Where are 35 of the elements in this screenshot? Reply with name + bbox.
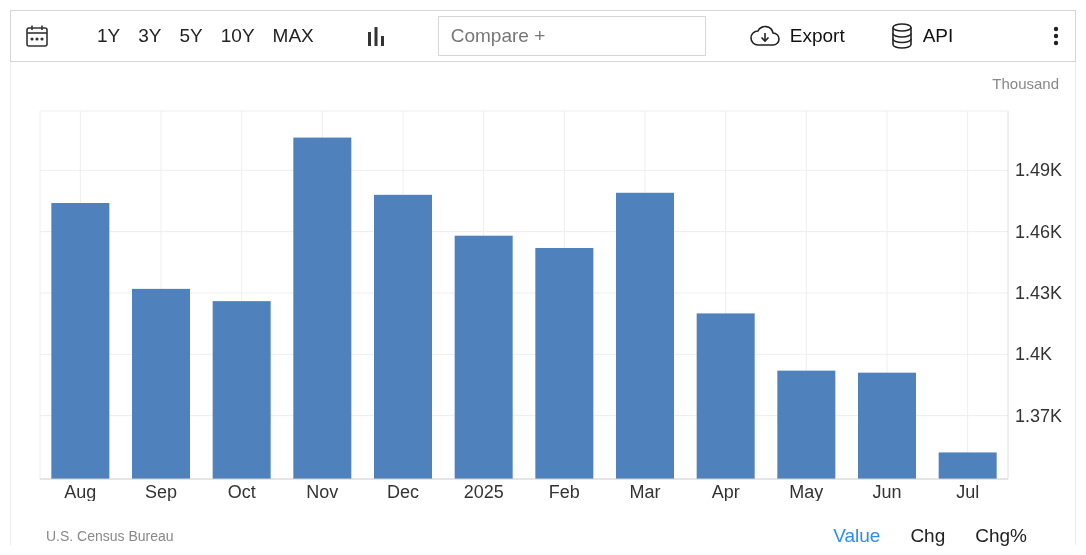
cloud-download-icon <box>749 25 780 47</box>
x-axis-label: Aug <box>64 482 97 501</box>
x-axis-label: Dec <box>387 482 419 501</box>
y-axis-label: 1.46K <box>1015 221 1063 242</box>
export-button[interactable]: Export <box>745 23 849 49</box>
x-axis-label: Nov <box>306 482 339 501</box>
range-button[interactable]: MAX <box>264 23 322 49</box>
x-axis-label: Oct <box>227 482 256 501</box>
y-axis-label: 1.43K <box>1015 282 1063 303</box>
x-axis-label: Jul <box>956 482 980 501</box>
more-options-icon[interactable] <box>1053 26 1059 46</box>
y-axis-label: 1.49K <box>1015 160 1063 181</box>
range-button[interactable]: 5Y <box>171 23 211 49</box>
x-axis-label: Jun <box>872 482 902 501</box>
view-tab[interactable]: Chg <box>902 523 954 549</box>
range-button[interactable]: 1Y <box>89 23 129 49</box>
database-icon <box>890 23 913 49</box>
view-tab[interactable]: Chg% <box>967 523 1035 549</box>
calendar-icon[interactable] <box>25 24 49 48</box>
source-label: U.S. Census Bureau <box>46 528 174 544</box>
y-axis-label: 1.4K <box>1015 344 1053 365</box>
x-axis-label: Mar <box>629 482 661 501</box>
bar-chart-icon[interactable] <box>365 26 386 46</box>
bar <box>938 452 997 479</box>
compare-field[interactable]: Compare + <box>437 16 706 56</box>
x-axis-label: Sep <box>145 482 177 501</box>
api-button[interactable]: API <box>886 21 958 51</box>
y-axis-label: 1.37K <box>1015 405 1063 426</box>
x-axis-label: Apr <box>711 482 740 501</box>
unit-label: Thousand <box>992 75 1059 94</box>
range-button[interactable]: 3Y <box>130 23 170 49</box>
range-button[interactable]: 10Y <box>212 23 263 49</box>
x-axis-label: May <box>789 482 824 501</box>
x-axis-label: Feb <box>548 482 580 501</box>
x-axis-label: 2025 <box>463 482 504 501</box>
